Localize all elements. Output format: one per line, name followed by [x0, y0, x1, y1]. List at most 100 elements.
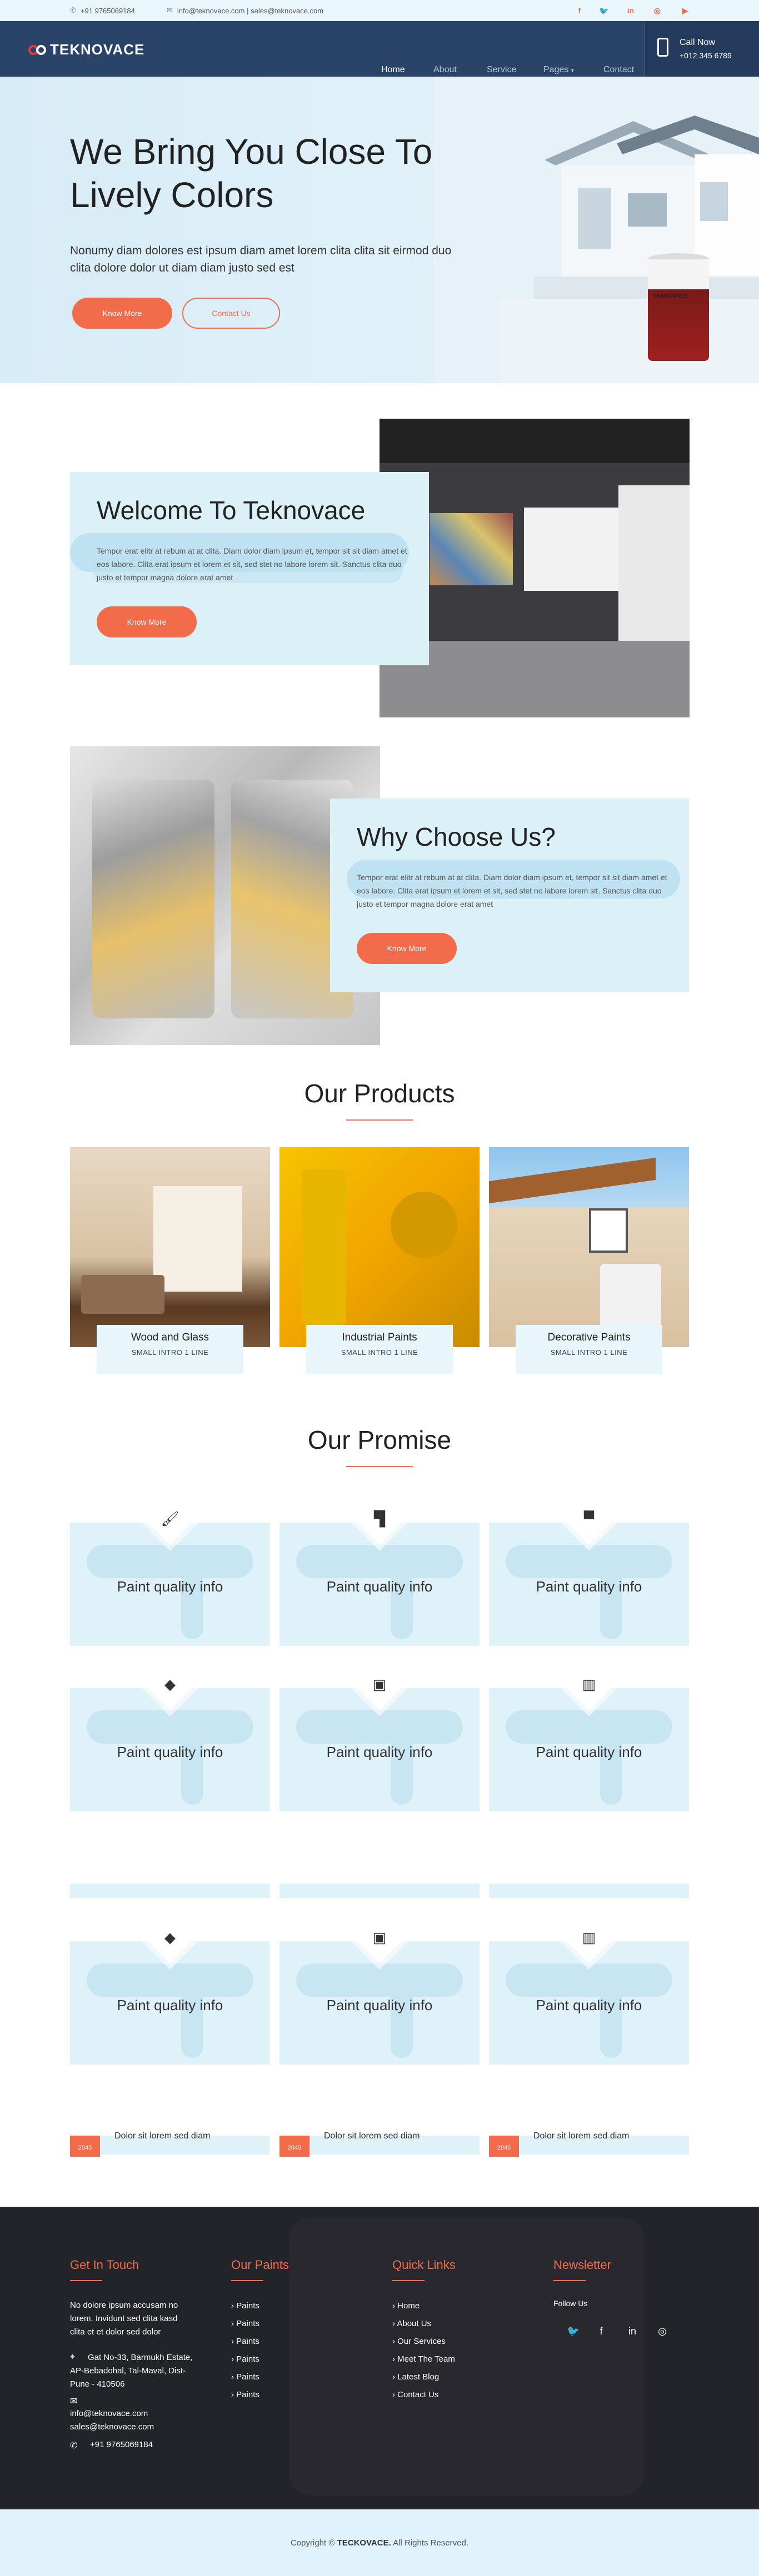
footer-link-label: Home	[397, 2301, 420, 2311]
copyright-brand[interactable]: TECKOVACE.	[337, 2538, 391, 2548]
welcome-know-more-button[interactable]: Know More	[97, 606, 197, 637]
footer-about-text: No dolore ipsum accusam no lorem. Invidu…	[70, 2301, 178, 2337]
product-card[interactable]: Decorative Paints SMALL INTRO 1 LINE	[489, 1147, 689, 1375]
product-caption: Wood and Glass SMALL INTRO 1 LINE	[97, 1325, 243, 1374]
eraser-icon: ◆	[164, 1675, 176, 1693]
youtube-icon[interactable]: ▶	[675, 0, 696, 21]
promise-card-label: Paint quality info	[117, 1578, 223, 1595]
promise-strip	[70, 1884, 270, 1898]
footer-email-1[interactable]: info@teknovace.com	[70, 2409, 148, 2418]
footer-quick-link[interactable]: › Home	[392, 2301, 420, 2311]
why-card: Why Choose Us? Tempor erat elitr at rebu…	[330, 799, 689, 992]
footer-paint-link[interactable]: › Paints	[231, 2319, 259, 2328]
top-bar: ✆ +91 9765069184 ✉ info@teknovace.com | …	[0, 0, 759, 21]
product-intro: SMALL INTRO 1 LINE	[550, 1348, 628, 1357]
promise-icon-badge: ▀	[563, 1493, 615, 1545]
strip-text: Dolor sit lorem sed diam	[324, 2131, 420, 2141]
brand-logo[interactable]: TEKNOVACE	[28, 41, 144, 58]
footer-link-label: Latest Blog	[397, 2372, 440, 2382]
twitter-icon[interactable]: 🐦	[563, 2321, 583, 2341]
copyright-prefix: Copyright ©	[290, 2538, 335, 2548]
footer-quick-link[interactable]: › About Us	[392, 2319, 431, 2328]
hero-subtitle: Nonumy diam dolores est ipsum diam amet …	[70, 244, 452, 274]
product-intro: SMALL INTRO 1 LINE	[131, 1348, 209, 1357]
product-image	[489, 1147, 689, 1347]
mobile-phone-icon	[657, 38, 668, 57]
why-know-more-button[interactable]: Know More	[357, 933, 457, 964]
footer-link-label: Our Services	[397, 2337, 446, 2346]
promise-card-label: Paint quality info	[536, 1744, 642, 1760]
promise-strip: Dolor sit lorem sed diam	[489, 2131, 689, 2155]
footer-paint-link[interactable]: › Paints	[231, 2354, 259, 2364]
promise-strip: Dolor sit lorem sed diam	[279, 2131, 480, 2155]
promise-icon-badge: ▥	[563, 1658, 615, 1710]
promise-title: Our Promise	[307, 1425, 452, 1454]
date-badge: 2045	[279, 2136, 309, 2157]
promise-icon-badge: ▣	[353, 1911, 406, 1964]
footer-paint-label: Paints	[236, 2372, 259, 2382]
welcome-text: Tempor erat elitr at rebum at at clita. …	[97, 546, 407, 582]
linkedin-icon[interactable]: in	[622, 2321, 642, 2341]
phone-text: +91 9765069184	[80, 6, 135, 15]
footer: Get In Touch No dolore ipsum accusam no …	[0, 2207, 759, 2509]
house-image	[433, 77, 759, 383]
instagram-icon[interactable]: ◎	[652, 2321, 672, 2341]
paint-bucket-image: TEKNOVACE	[648, 253, 709, 361]
building-icon: ▥	[582, 1675, 596, 1693]
footer-quick-link[interactable]: › Our Services	[392, 2337, 446, 2346]
footer-paint-label: Paints	[236, 2354, 259, 2364]
footer-paint-link[interactable]: › Paints	[231, 2390, 259, 2399]
product-image	[279, 1147, 480, 1347]
promise-icon-badge: ◆	[144, 1658, 196, 1710]
eraser-icon: ◆	[164, 1929, 176, 1946]
promise-strip	[279, 1884, 480, 1898]
promise-card-label: Paint quality info	[536, 1578, 642, 1595]
footer-quick-link[interactable]: › Latest Blog	[392, 2372, 439, 2382]
footer-phone[interactable]: +91 9765069184	[90, 2440, 153, 2449]
footer-link-label: Meet The Team	[397, 2354, 455, 2364]
twitter-icon[interactable]: 🐦	[593, 0, 615, 21]
footer-paint-link[interactable]: › Paints	[231, 2372, 259, 2382]
hero-know-more-button[interactable]: Know More	[72, 298, 172, 329]
footer-col4-title: Newsletter	[553, 2258, 611, 2281]
promise-card-label: Paint quality info	[326, 1578, 433, 1595]
product-card[interactable]: Industrial Paints SMALL INTRO 1 LINE	[279, 1147, 480, 1375]
footer-link-label: About Us	[397, 2319, 432, 2328]
call-now-box[interactable]: Call Now +012 345 6789	[645, 21, 759, 77]
paint-roller-icon: ▜	[374, 1510, 385, 1527]
paint-brush-icon: 🖌	[161, 1510, 179, 1527]
hero-contact-button[interactable]: Contact Us	[182, 298, 280, 329]
footer-paint-label: Paints	[236, 2301, 259, 2311]
follow-us-label: Follow Us	[553, 2299, 588, 2308]
hero-section: TEKNOVACE We Bring You Close To Lively C…	[0, 77, 759, 383]
footer-paint-link[interactable]: › Paints	[231, 2337, 259, 2346]
welcome-section: Welcome To Teknovace Tempor erat elitr a…	[0, 383, 759, 744]
footer-link-label: Contact Us	[397, 2390, 439, 2399]
nav-pages-label: Pages	[543, 65, 569, 74]
promise-card-label: Paint quality info	[536, 1997, 642, 2013]
why-title: Why Choose Us?	[357, 822, 556, 851]
promise-icon-badge: ◆	[144, 1911, 196, 1964]
footer-email-2[interactable]: sales@teknovace.com	[70, 2422, 154, 2432]
linkedin-icon[interactable]: in	[620, 0, 641, 21]
footer-paint-label: Paints	[236, 2319, 259, 2328]
email-text: info@teknovace.com | sales@teknovace.com	[177, 6, 324, 15]
footer-paint-link[interactable]: › Paints	[231, 2301, 259, 2311]
strip-text: Dolor sit lorem sed diam	[533, 2131, 630, 2141]
hero-title: We Bring You Close To Lively Colors	[70, 130, 432, 217]
product-card[interactable]: Wood and Glass SMALL INTRO 1 LINE	[70, 1147, 270, 1375]
footer-col3-title: Quick Links	[392, 2258, 456, 2281]
instagram-icon[interactable]: ◎	[647, 0, 668, 21]
product-name: Wood and Glass	[131, 1332, 209, 1343]
facebook-icon[interactable]: f	[569, 0, 590, 21]
hero-title-line2: Lively Colors	[70, 175, 274, 215]
caret-down-icon: ▾	[571, 68, 574, 74]
why-text: Tempor erat elitr at rebum at at clita. …	[357, 873, 667, 908]
promise-card-label: Paint quality info	[117, 1997, 223, 2013]
facebook-icon[interactable]: f	[591, 2321, 611, 2341]
copyright-suffix: All Rights Reserved.	[393, 2538, 469, 2548]
envelope-icon: ✉	[70, 2397, 78, 2406]
strip-text: Dolor sit lorem sed diam	[114, 2131, 211, 2141]
footer-quick-link[interactable]: › Meet The Team	[392, 2354, 455, 2364]
footer-quick-link[interactable]: › Contact Us	[392, 2390, 438, 2399]
